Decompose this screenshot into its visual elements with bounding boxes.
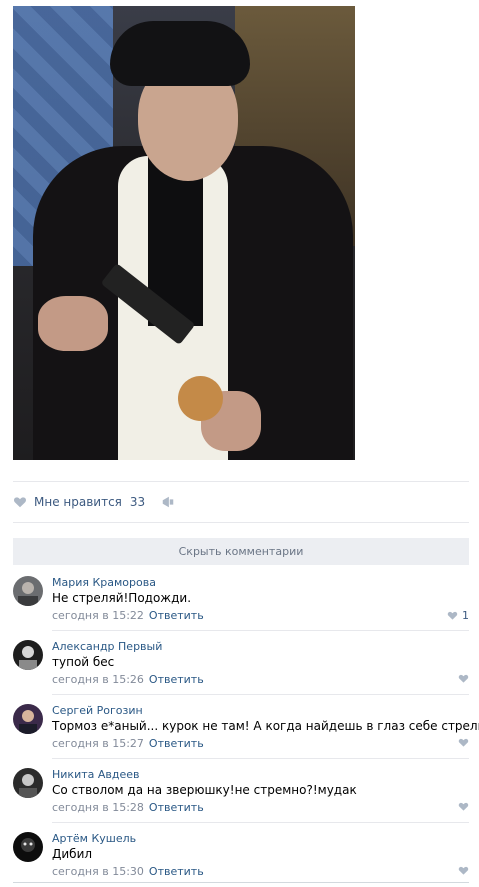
comment-like-count: 1 xyxy=(462,609,469,622)
comment-time[interactable]: сегодня в 15:30 xyxy=(52,865,144,878)
divider xyxy=(52,630,469,631)
reply-link[interactable]: Ответить xyxy=(149,865,204,878)
post-photo[interactable] xyxy=(13,6,355,460)
heart-icon[interactable] xyxy=(13,495,27,509)
comment-meta: сегодня в 15:22 Ответить xyxy=(52,609,204,622)
heart-icon xyxy=(447,611,458,620)
heart-icon xyxy=(458,674,469,683)
heart-icon xyxy=(458,738,469,747)
comment-time[interactable]: сегодня в 15:22 xyxy=(52,609,144,622)
comment-meta: сегодня в 15:30 Ответить xyxy=(52,865,204,878)
like-button[interactable]: Мне нравится xyxy=(34,495,122,509)
comment-author[interactable]: Мария Краморова xyxy=(52,576,156,589)
heart-icon xyxy=(458,802,469,811)
divider xyxy=(13,481,469,482)
comment-item: Артём Кушель Дибил сегодня в 15:30 Ответи… xyxy=(13,824,469,887)
comment-like[interactable] xyxy=(458,673,469,684)
comment-item: Сергей Рогозин Тормоз е*аный... курок не… xyxy=(13,696,479,759)
comment-item: Никита Авдеев Со стволом да на зверюшку!… xyxy=(13,760,469,823)
reply-link[interactable]: Ответить xyxy=(149,673,204,686)
comment-text: Со стволом да на зверюшку!не стремно?!му… xyxy=(52,783,357,797)
comment-meta: сегодня в 15:28 Ответить xyxy=(52,801,204,814)
heart-icon xyxy=(458,866,469,875)
divider xyxy=(13,522,469,523)
comment-author[interactable]: Александр Первый xyxy=(52,640,162,653)
reply-link[interactable]: Ответить xyxy=(149,801,204,814)
reply-link[interactable]: Ответить xyxy=(149,609,204,622)
comment-text: Не стреляй!Подожди. xyxy=(52,591,192,605)
comment-item: Александр Первый тупой бес сегодня в 15:… xyxy=(13,632,469,695)
like-count[interactable]: 33 xyxy=(130,495,145,509)
comment-like[interactable] xyxy=(458,737,469,748)
comment-like[interactable] xyxy=(458,865,469,876)
divider xyxy=(52,822,469,823)
comment-item: Мария Краморова Не стреляй!Подожди. сего… xyxy=(13,568,469,631)
comment-author[interactable]: Сергей Рогозин xyxy=(52,704,143,717)
comment-time[interactable]: сегодня в 15:26 xyxy=(52,673,144,686)
comment-time[interactable]: сегодня в 15:27 xyxy=(52,737,144,750)
comment-text: тупой бес xyxy=(52,655,115,669)
reply-link[interactable]: Ответить xyxy=(149,737,204,750)
comment-time[interactable]: сегодня в 15:28 xyxy=(52,801,144,814)
avatar[interactable] xyxy=(13,832,43,862)
photo-hat xyxy=(110,21,250,86)
photo-hamster xyxy=(178,376,223,421)
comment-meta: сегодня в 15:26 Ответить xyxy=(52,673,204,686)
avatar[interactable] xyxy=(13,576,43,606)
photo-hand-left xyxy=(38,296,108,351)
divider xyxy=(52,694,469,695)
post-actions: Мне нравится 33 xyxy=(13,493,175,511)
comment-author[interactable]: Артём Кушель xyxy=(52,832,136,845)
comment-text: Дибил xyxy=(52,847,93,861)
comment-like[interactable] xyxy=(458,801,469,812)
divider xyxy=(13,882,469,883)
comment-like[interactable]: 1 xyxy=(447,609,469,622)
hide-comments-button[interactable]: Скрыть комментарии xyxy=(13,538,469,565)
avatar[interactable] xyxy=(13,640,43,670)
divider xyxy=(52,758,469,759)
share-icon[interactable] xyxy=(161,495,175,509)
comment-text: Тормоз е*аный... курок не там! А когда н… xyxy=(52,719,479,733)
comment-meta: сегодня в 15:27 Ответить xyxy=(52,737,204,750)
avatar[interactable] xyxy=(13,704,43,734)
comment-author[interactable]: Никита Авдеев xyxy=(52,768,140,781)
avatar[interactable] xyxy=(13,768,43,798)
